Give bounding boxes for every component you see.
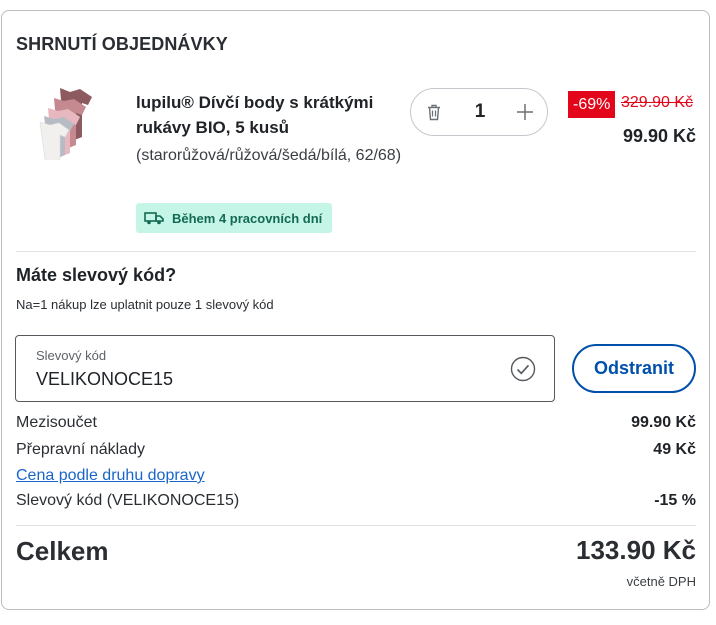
product-variant: (starorůžová/růžová/šedá/bílá, 62/68) (136, 147, 402, 164)
current-price: 99.90 Kč (622, 126, 696, 146)
promo-code-field[interactable]: Slevový kód VELIKONOCE15 (15, 335, 555, 402)
promo-code-row-label: Slevový kód (VELIKONOCE15) (16, 492, 240, 509)
order-summary-title: SHRNUTÍ OBJEDNÁVKY (16, 34, 228, 54)
promo-code-value[interactable]: VELIKONOCE15 (36, 369, 173, 390)
promo-heading: Máte slevový kód? (16, 265, 177, 285)
promo-note: Na=1 nákup lze uplatnit pouze 1 slevový … (16, 297, 274, 312)
divider (16, 251, 696, 252)
total-label: Celkem (16, 536, 109, 566)
shipping-label: Přepravní náklady (16, 441, 145, 458)
remove-promo-button[interactable]: Odstranit (572, 344, 696, 393)
check-circle-icon (510, 356, 536, 382)
quantity-stepper[interactable]: 1 (410, 88, 548, 136)
divider (16, 525, 696, 526)
delivery-truck-icon (144, 212, 164, 225)
delivery-text: Během 4 pracovních dní (172, 210, 323, 226)
trash-icon[interactable] (425, 103, 443, 121)
original-price: 329.90 Kč (621, 94, 694, 111)
subtotal-label: Mezisoučet (16, 414, 97, 431)
quantity-value[interactable]: 1 (467, 101, 493, 123)
promo-code-label: Slevový kód (36, 348, 107, 363)
product-name[interactable]: lupilu® Dívčí body s krátkými rukávy BIO… (136, 90, 401, 140)
discount-badge: -69% (568, 91, 616, 118)
baby-bodysuits-icon (39, 88, 92, 164)
product-thumbnail[interactable] (36, 86, 100, 164)
promo-code-row-value: -15 % (654, 492, 696, 509)
delivery-badge: Během 4 pracovních dní (136, 203, 333, 233)
plus-icon[interactable] (515, 102, 535, 122)
subtotal-value: 99.90 Kč (631, 414, 696, 431)
total-value: 133.90 Kč (576, 535, 696, 565)
vat-note: včetně DPH (626, 574, 696, 589)
shipping-value: 49 Kč (653, 441, 696, 458)
shipping-price-link[interactable]: Cena podle druhu dopravy (16, 467, 205, 485)
